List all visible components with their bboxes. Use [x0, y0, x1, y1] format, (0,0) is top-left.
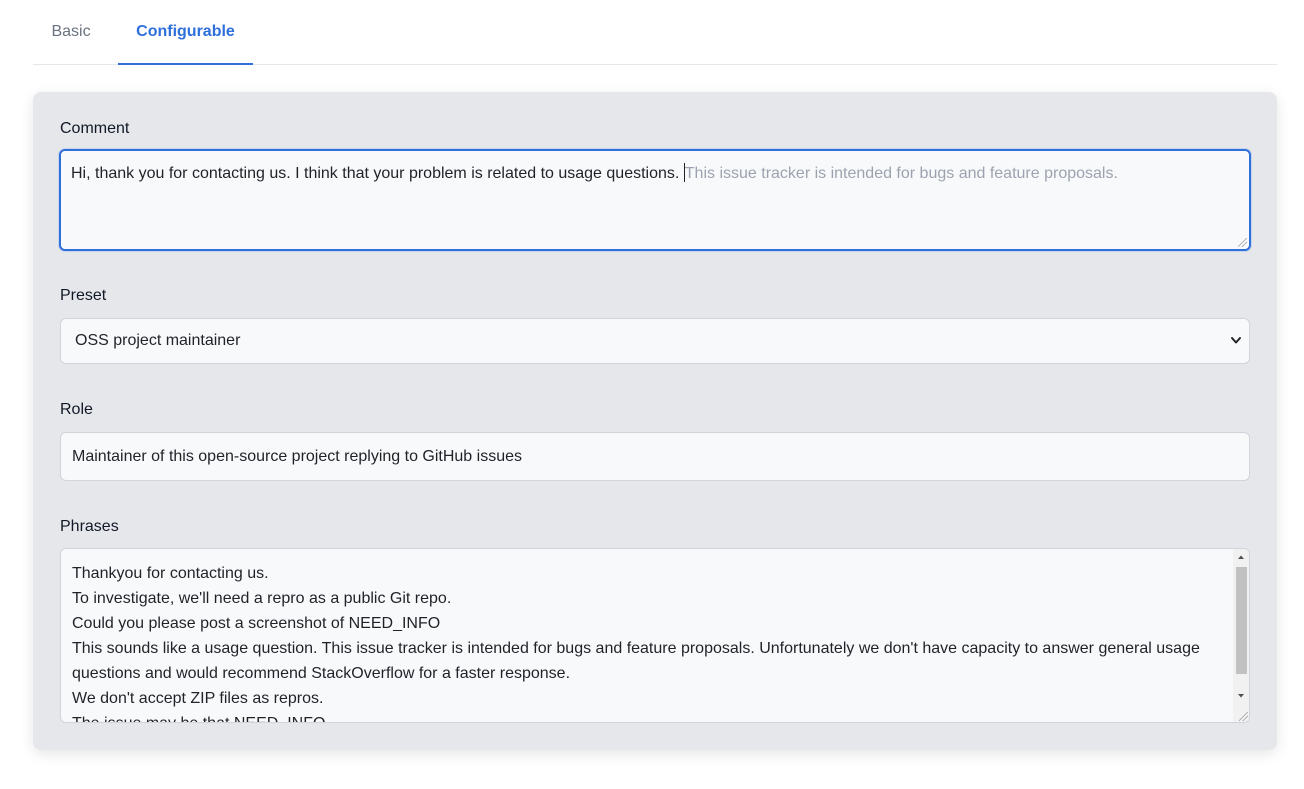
tab-configurable[interactable]: Configurable [118, 0, 253, 65]
phrase-line: Could you please post a screenshot of NE… [72, 615, 441, 632]
phrase-line: Thankyou for contacting us. [72, 565, 269, 582]
comment-suggestion-text: This issue tracker is intended for bugs … [684, 165, 1118, 182]
preset-label: Preset [60, 287, 107, 304]
triangle-down-icon[interactable] [1233, 688, 1249, 704]
tab-bar: Basic Configurable [33, 0, 1277, 65]
phrases-lines: Thankyou for contacting us. To investiga… [72, 561, 1222, 722]
phrase-line: We don't accept ZIP files as repros. [72, 690, 324, 707]
chevron-down-icon [1231, 337, 1241, 344]
config-panel: Comment Hi, thank you for contacting us.… [33, 92, 1277, 750]
scrollbar-thumb[interactable] [1236, 567, 1247, 674]
preset-select[interactable]: OSS project maintainer [60, 318, 1250, 364]
phrase-line: This sounds like a usage question. This … [72, 640, 1200, 682]
tab-basic[interactable]: Basic [33, 0, 109, 65]
resize-handle-icon[interactable] [1239, 712, 1248, 721]
phrases-textarea[interactable]: Thankyou for contacting us. To investiga… [60, 548, 1250, 723]
preset-selected-value: OSS project maintainer [75, 332, 241, 349]
phrases-label: Phrases [60, 518, 119, 535]
resize-handle-icon[interactable] [1238, 238, 1247, 247]
phrases-scrollbar[interactable] [1233, 549, 1249, 722]
comment-label: Comment [60, 120, 130, 137]
role-input[interactable]: Maintainer of this open-source project r… [60, 432, 1250, 481]
role-label: Role [60, 401, 93, 418]
triangle-up-icon[interactable] [1233, 549, 1249, 565]
phrase-line: To investigate, we'll need a repro as a … [72, 590, 452, 607]
phrase-line: The issue may be that NEED_INFO [72, 711, 1222, 722]
comment-textarea[interactable]: Hi, thank you for contacting us. I think… [59, 149, 1251, 251]
comment-typed-text: Hi, thank you for contacting us. I think… [71, 165, 684, 182]
